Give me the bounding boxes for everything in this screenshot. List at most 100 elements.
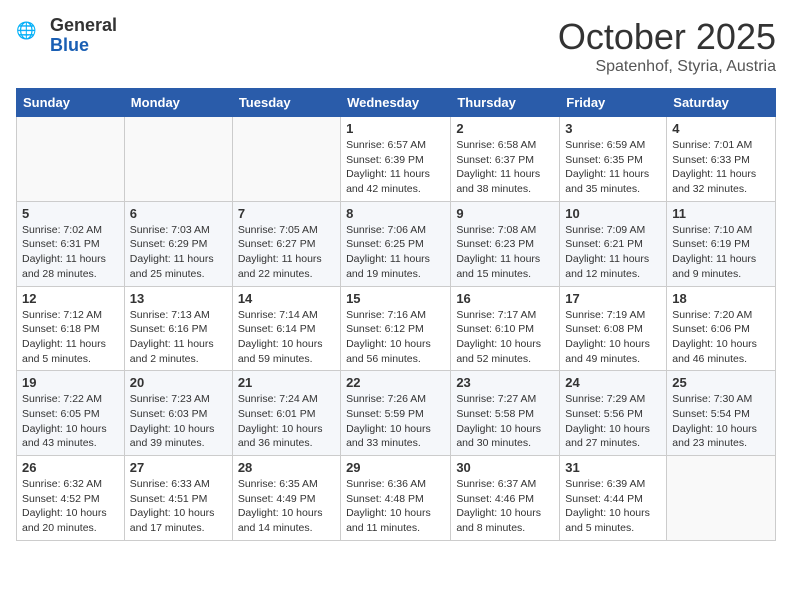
calendar-day-cell: 11Sunrise: 7:10 AMSunset: 6:19 PMDayligh… (667, 201, 776, 286)
day-number: 15 (346, 291, 445, 306)
day-info-line: Sunrise: 7:22 AM (22, 392, 119, 407)
day-info-line: Sunrise: 7:08 AM (456, 223, 554, 238)
day-number: 30 (456, 460, 554, 475)
calendar-week-row: 12 Sunrise: 7:12 AMSunset: 6:18 PM Dayligh… (17, 286, 776, 371)
day-info-line: Sunset: 6:16 PM (130, 322, 227, 337)
day-number: 22 (346, 375, 445, 390)
day-info: Sunrise: 7:13 AMSunset: 6:16 PMDaylight:… (130, 308, 227, 367)
day-info-line: Daylight: 10 hours and 46 minutes. (672, 337, 770, 366)
day-info-line: Sunset: 6:03 PM (130, 407, 227, 422)
logo: 🌐 General Blue (16, 16, 117, 56)
day-info-line: Daylight: 11 hours and 19 minutes. (346, 252, 445, 281)
day-info-line: Sunset: 6:19 PM (672, 237, 770, 252)
day-number: 5 (22, 206, 119, 221)
day-info: Sunrise: 7:17 AMSunset: 6:10 PMDaylight:… (456, 308, 554, 367)
day-of-week-header: Saturday (667, 89, 776, 117)
day-info: Sunrise: 7:16 AMSunset: 6:12 PMDaylight:… (346, 308, 445, 367)
calendar-day-cell: 24 Sunrise: 7:29 AMSunset: 5:56 PMDayligh… (560, 371, 667, 456)
day-number: 7 (238, 206, 335, 221)
day-number: 25 (672, 375, 770, 390)
day-info: Sunrise: 7:03 AMSunset: 6:29 PMDaylight:… (130, 223, 227, 282)
calendar-day-cell: 15 Sunrise: 7:16 AMSunset: 6:12 PMDayligh… (341, 286, 451, 371)
day-info-line: Daylight: 10 hours and 36 minutes. (238, 422, 335, 451)
day-number: 20 (130, 375, 227, 390)
calendar-day-cell: 5 Sunrise: 7:02 AMSunset: 6:31 PMDaylight… (17, 201, 125, 286)
day-number: 13 (130, 291, 227, 306)
day-info-line: Sunset: 4:49 PM (238, 492, 335, 507)
calendar-day-cell: 9Sunrise: 7:08 AMSunset: 6:23 PMDaylight… (451, 201, 560, 286)
day-info-line: Sunset: 6:33 PM (672, 153, 770, 168)
day-info-line: Sunrise: 7:29 AM (565, 392, 661, 407)
day-number: 26 (22, 460, 119, 475)
day-number: 27 (130, 460, 227, 475)
day-info-line: Sunset: 6:31 PM (22, 237, 119, 252)
day-info-line: Daylight: 10 hours and 56 minutes. (346, 337, 445, 366)
day-number: 24 (565, 375, 661, 390)
day-info-line: Daylight: 10 hours and 8 minutes. (456, 506, 554, 535)
day-info-line: Sunset: 4:51 PM (130, 492, 227, 507)
calendar-day-cell: 14Sunrise: 7:14 AMSunset: 6:14 PMDayligh… (232, 286, 340, 371)
day-info: Sunrise: 7:05 AMSunset: 6:27 PMDaylight:… (238, 223, 335, 282)
logo-icon: 🌐 (16, 21, 46, 51)
day-info-line: Daylight: 10 hours and 11 minutes. (346, 506, 445, 535)
logo-general: General (50, 16, 117, 36)
day-info: Sunrise: 7:22 AMSunset: 6:05 PMDaylight:… (22, 392, 119, 451)
day-info-line: Daylight: 10 hours and 17 minutes. (130, 506, 227, 535)
day-info-line: Sunrise: 6:57 AM (346, 138, 445, 153)
day-info-line: Sunrise: 6:59 AM (565, 138, 661, 153)
day-info: Sunrise: 7:19 AMSunset: 6:08 PMDaylight:… (565, 308, 661, 367)
calendar-day-cell (124, 117, 232, 202)
day-info-line: Sunset: 6:25 PM (346, 237, 445, 252)
day-number: 16 (456, 291, 554, 306)
calendar-day-cell: 16 Sunrise: 7:17 AMSunset: 6:10 PMDayligh… (451, 286, 560, 371)
calendar-day-cell: 31Sunrise: 6:39 AMSunset: 4:44 PMDayligh… (560, 456, 667, 541)
day-info-line: Sunrise: 7:23 AM (130, 392, 227, 407)
day-info-line: Sunrise: 7:03 AM (130, 223, 227, 238)
day-info-line: Sunrise: 6:58 AM (456, 138, 554, 153)
day-of-week-header: Sunday (17, 89, 125, 117)
day-info: Sunrise: 7:14 AMSunset: 6:14 PMDaylight:… (238, 308, 335, 367)
day-info-line: Sunrise: 6:35 AM (238, 477, 335, 492)
calendar-day-cell: 28Sunrise: 6:35 AMSunset: 4:49 PMDayligh… (232, 456, 340, 541)
calendar-day-cell: 27 Sunrise: 6:33 AMSunset: 4:51 PMDayligh… (124, 456, 232, 541)
day-info: Sunrise: 7:23 AMSunset: 6:03 PMDaylight:… (130, 392, 227, 451)
day-info-line: Sunrise: 7:06 AM (346, 223, 445, 238)
day-info-line: Sunset: 6:05 PM (22, 407, 119, 422)
calendar-day-cell: 4Sunrise: 7:01 AMSunset: 6:33 PMDaylight… (667, 117, 776, 202)
day-info: Sunrise: 7:27 AMSunset: 5:58 PMDaylight:… (456, 392, 554, 451)
calendar-day-cell: 19Sunrise: 7:22 AMSunset: 6:05 PMDayligh… (17, 371, 125, 456)
day-info-line: Sunrise: 6:32 AM (22, 477, 119, 492)
day-of-week-header: Friday (560, 89, 667, 117)
day-info-line: Sunrise: 7:12 AM (22, 308, 119, 323)
day-of-week-header: Wednesday (341, 89, 451, 117)
day-number: 12 (22, 291, 119, 306)
day-info: Sunrise: 7:02 AMSunset: 6:31 PMDaylight:… (22, 223, 119, 282)
day-number: 1 (346, 121, 445, 136)
calendar-day-cell: 30 Sunrise: 6:37 AMSunset: 4:46 PMDayligh… (451, 456, 560, 541)
day-info: Sunrise: 7:24 AMSunset: 6:01 PMDaylight:… (238, 392, 335, 451)
day-info-line: Sunset: 6:18 PM (22, 322, 119, 337)
calendar-table: SundayMondayTuesdayWednesdayThursdayFrid… (16, 88, 776, 541)
day-number: 3 (565, 121, 661, 136)
day-info: Sunrise: 6:37 AMSunset: 4:46 PMDaylight:… (456, 477, 554, 536)
day-number: 9 (456, 206, 554, 221)
logo-text: General Blue (50, 16, 117, 56)
day-info-line: Sunrise: 7:19 AM (565, 308, 661, 323)
day-number: 6 (130, 206, 227, 221)
day-info-line: Sunrise: 6:39 AM (565, 477, 661, 492)
calendar-week-row: 26Sunrise: 6:32 AMSunset: 4:52 PMDayligh… (17, 456, 776, 541)
calendar-day-cell: 2Sunrise: 6:58 AMSunset: 6:37 PMDaylight… (451, 117, 560, 202)
day-info: Sunrise: 7:01 AMSunset: 6:33 PMDaylight:… (672, 138, 770, 197)
day-info-line: Daylight: 10 hours and 5 minutes. (565, 506, 661, 535)
day-info: Sunrise: 7:29 AMSunset: 5:56 PMDaylight:… (565, 392, 661, 451)
day-info-line: Sunset: 6:27 PM (238, 237, 335, 252)
day-info: Sunrise: 7:26 AMSunset: 5:59 PMDaylight:… (346, 392, 445, 451)
day-info: Sunrise: 7:20 AMSunset: 6:06 PMDaylight:… (672, 308, 770, 367)
day-info: Sunrise: 6:33 AMSunset: 4:51 PMDaylight:… (130, 477, 227, 536)
day-info-line: Sunset: 4:44 PM (565, 492, 661, 507)
page-header: 🌐 General Blue October 2025 Spatenhof, S… (16, 16, 776, 76)
title-block: October 2025 Spatenhof, Styria, Austria (558, 16, 776, 76)
day-of-week-header: Monday (124, 89, 232, 117)
month-title: October 2025 (558, 16, 776, 58)
day-info-line: Sunrise: 7:05 AM (238, 223, 335, 238)
